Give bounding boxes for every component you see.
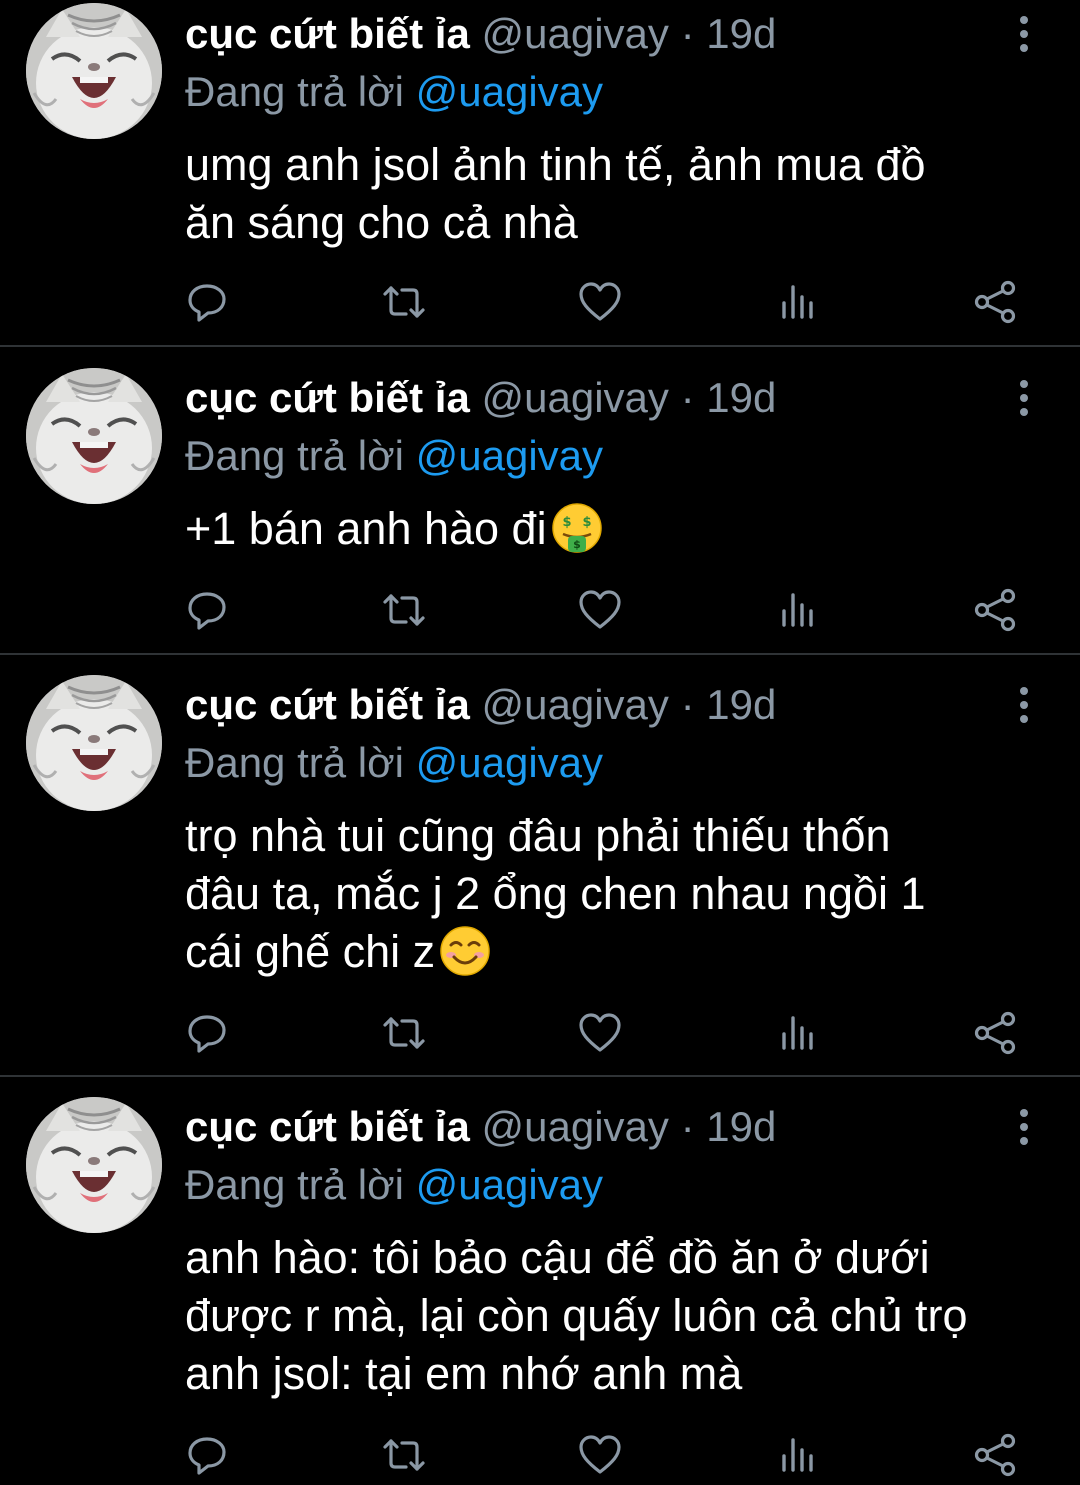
display-name[interactable]: cục cứt biết ỉa [185, 1103, 470, 1150]
separator-dot: · [680, 1103, 695, 1150]
user-handle[interactable]: @uagivay [482, 1103, 669, 1150]
views-icon[interactable] [772, 1008, 822, 1058]
replying-to-handle[interactable]: @uagivay [416, 739, 603, 786]
like-icon[interactable] [575, 585, 625, 635]
money-mouth-face-emoji [551, 502, 603, 554]
display-name[interactable]: cục cứt biết ỉa [185, 681, 470, 728]
share-icon[interactable] [970, 1008, 1020, 1058]
user-handle[interactable]: @uagivay [482, 374, 669, 421]
reply-icon[interactable] [182, 1008, 232, 1058]
tweet-text-line: anh hào: tôi bảo cậu để đồ ăn ở dưới [185, 1232, 930, 1283]
tweet-header: cục cứt biết ỉa @uagivay · 19d [185, 6, 776, 62]
separator-dot: · [680, 681, 695, 728]
replying-to-label: Đang trả lời [185, 1161, 404, 1208]
tweet[interactable]: cục cứt biết ỉa @uagivay · 19d Đang trả … [0, 655, 1080, 1075]
replying-to: Đang trả lời @uagivay [185, 735, 603, 791]
replying-to-label: Đang trả lời [185, 68, 404, 115]
reply-icon[interactable] [182, 277, 232, 327]
reply-icon[interactable] [182, 1430, 232, 1480]
replying-to: Đang trả lời @uagivay [185, 1157, 603, 1213]
separator-dot: · [680, 10, 695, 57]
replying-to: Đang trả lời @uagivay [185, 64, 603, 120]
display-name[interactable]: cục cứt biết ỉa [185, 10, 470, 57]
tweet-header: cục cứt biết ỉa @uagivay · 19d [185, 677, 776, 733]
views-icon[interactable] [772, 277, 822, 327]
more-vertical-icon[interactable] [1008, 685, 1040, 725]
share-icon[interactable] [970, 1430, 1020, 1480]
tweet-text-line: +1 bán anh hào đi [185, 500, 1055, 558]
replying-to-label: Đang trả lời [185, 432, 404, 479]
share-icon[interactable] [970, 277, 1020, 327]
tweet-text-line: trọ nhà tui cũng đâu phải thiếu thốn [185, 810, 891, 861]
timestamp[interactable]: 19d [706, 1103, 776, 1150]
replying-to: Đang trả lời @uagivay [185, 428, 603, 484]
tweet[interactable]: cục cứt biết ỉa @uagivay · 19d Đang trả … [0, 1077, 1080, 1476]
tweet-text-segment: cái ghế chi z [185, 926, 436, 977]
avatar[interactable] [26, 1097, 162, 1233]
smiling-face-emoji [439, 925, 491, 977]
tweet-text: +1 bán anh hào đi [185, 500, 1055, 558]
timestamp[interactable]: 19d [706, 10, 776, 57]
views-icon[interactable] [772, 585, 822, 635]
tweet-text-line: anh jsol: tại em nhớ anh mà [185, 1348, 743, 1399]
user-handle[interactable]: @uagivay [482, 681, 669, 728]
tweet-text: trọ nhà tui cũng đâu phải thiếu thốn đâu… [185, 807, 1055, 981]
more-vertical-icon[interactable] [1008, 14, 1040, 54]
tweet-text-line: umg anh jsol ảnh tinh tế, ảnh mua đồ [185, 139, 926, 190]
retweet-icon[interactable] [379, 1430, 429, 1480]
user-handle[interactable]: @uagivay [482, 10, 669, 57]
tweet-text-line: được r mà, lại còn quấy luôn cả chủ trọ [185, 1290, 968, 1341]
replying-to-handle[interactable]: @uagivay [416, 432, 603, 479]
retweet-icon[interactable] [379, 277, 429, 327]
tweet-text-line: cái ghế chi z [185, 923, 1055, 981]
views-icon[interactable] [772, 1430, 822, 1480]
display-name[interactable]: cục cứt biết ỉa [185, 374, 470, 421]
tweet-actions [0, 277, 1080, 327]
more-vertical-icon[interactable] [1008, 1107, 1040, 1147]
retweet-icon[interactable] [379, 585, 429, 635]
more-vertical-icon[interactable] [1008, 378, 1040, 418]
tweet-text: anh hào: tôi bảo cậu để đồ ăn ở dưới đượ… [185, 1229, 1055, 1403]
tweet-header: cục cứt biết ỉa @uagivay · 19d [185, 1099, 776, 1155]
avatar[interactable] [26, 675, 162, 811]
tweet-text-line: đâu ta, mắc j 2 ổng chen nhau ngồi 1 [185, 868, 926, 919]
tweet-header: cục cứt biết ỉa @uagivay · 19d [185, 370, 776, 426]
replying-to-handle[interactable]: @uagivay [416, 1161, 603, 1208]
tweet-actions [0, 1008, 1080, 1058]
separator-dot: · [680, 374, 695, 421]
like-icon[interactable] [575, 277, 625, 327]
avatar[interactable] [26, 368, 162, 504]
tweet[interactable]: cục cứt biết ỉa @uagivay · 19d Đang trả … [0, 347, 1080, 653]
like-icon[interactable] [575, 1430, 625, 1480]
tweet-actions [0, 585, 1080, 635]
replying-to-label: Đang trả lời [185, 739, 404, 786]
tweet-text: umg anh jsol ảnh tinh tế, ảnh mua đồ ăn … [185, 136, 1055, 252]
retweet-icon[interactable] [379, 1008, 429, 1058]
like-icon[interactable] [575, 1008, 625, 1058]
tweet-text-segment: +1 bán anh hào đi [185, 503, 547, 554]
avatar[interactable] [26, 3, 162, 139]
tweet-text-line: ăn sáng cho cả nhà [185, 197, 578, 248]
tweet-actions [0, 1430, 1080, 1480]
replying-to-handle[interactable]: @uagivay [416, 68, 603, 115]
timestamp[interactable]: 19d [706, 374, 776, 421]
tweet[interactable]: cục cứt biết ỉa @uagivay · 19d Đang trả … [0, 0, 1080, 346]
share-icon[interactable] [970, 585, 1020, 635]
timestamp[interactable]: 19d [706, 681, 776, 728]
reply-icon[interactable] [182, 585, 232, 635]
